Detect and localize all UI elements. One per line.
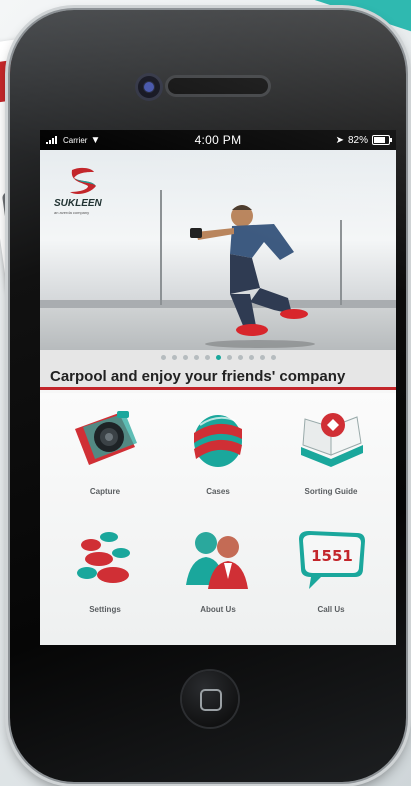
home-square-icon bbox=[200, 689, 222, 711]
sorting-guide-icon bbox=[301, 413, 363, 467]
pager-dot[interactable] bbox=[237, 354, 243, 360]
pager-dot[interactable] bbox=[160, 354, 166, 360]
menu-label: About Us bbox=[200, 605, 236, 614]
wifi-icon: ▼ bbox=[90, 134, 101, 146]
pager-dot[interactable] bbox=[193, 354, 199, 360]
pager-dot[interactable] bbox=[226, 354, 232, 360]
cases-icon bbox=[194, 415, 242, 467]
main-menu-grid: Capture Cases Sorting Guide Settings Abo… bbox=[40, 393, 396, 645]
pager-dot[interactable] bbox=[204, 354, 210, 360]
menu-cases[interactable]: Cases bbox=[163, 403, 273, 511]
street-lamp bbox=[340, 220, 342, 305]
pager-dot-active[interactable] bbox=[215, 354, 221, 360]
iphone-device: Carrier ▼ 4:00 PM ➤ 82% SUKLEEN an averd… bbox=[10, 10, 406, 782]
status-right: ➤ 82% bbox=[335, 134, 392, 146]
carrier-name: Carrier bbox=[63, 135, 88, 145]
menu-sorting-guide[interactable]: Sorting Guide bbox=[276, 403, 386, 511]
menu-about-us[interactable]: About Us bbox=[163, 523, 273, 631]
logo-tagline: an averda company bbox=[54, 210, 90, 215]
slider-pagination[interactable] bbox=[40, 350, 396, 364]
pager-dot[interactable] bbox=[171, 354, 177, 360]
settings-icon bbox=[77, 532, 130, 583]
call-number-text: 1551 bbox=[311, 547, 353, 565]
pager-dot[interactable] bbox=[248, 354, 254, 360]
status-bar: Carrier ▼ 4:00 PM ➤ 82% bbox=[40, 130, 396, 150]
status-left: Carrier ▼ bbox=[46, 135, 100, 146]
location-arrow-icon: ➤ bbox=[335, 134, 344, 146]
menu-label: Capture bbox=[89, 487, 121, 496]
battery-percent: 82% bbox=[347, 134, 368, 146]
pager-dot[interactable] bbox=[182, 354, 188, 360]
hero-banner[interactable]: SUKLEEN an averda company bbox=[40, 150, 396, 350]
menu-call-us[interactable]: 1551 Call Us bbox=[276, 523, 386, 631]
status-time: 4:00 PM bbox=[194, 133, 242, 147]
menu-capture[interactable]: Capture bbox=[50, 403, 160, 511]
hero-person-illustration bbox=[190, 205, 315, 348]
brand-logo: SUKLEEN an averda company bbox=[54, 166, 118, 215]
signal-bars-icon bbox=[46, 136, 60, 144]
call-us-icon: 1551 bbox=[299, 531, 365, 589]
street-lamp bbox=[160, 190, 162, 305]
menu-settings[interactable]: Settings bbox=[50, 523, 160, 631]
earpiece-speaker bbox=[168, 78, 268, 94]
about-us-icon bbox=[186, 532, 248, 589]
menu-label: Sorting Guide bbox=[304, 487, 358, 496]
front-camera bbox=[138, 76, 160, 98]
home-button[interactable] bbox=[182, 671, 238, 727]
pager-dot[interactable] bbox=[270, 354, 276, 360]
slider-caption: Carpool and enjoy your friends' company bbox=[40, 364, 396, 390]
menu-label: Cases bbox=[206, 487, 230, 496]
logo-wordmark: SUKLEEN bbox=[54, 198, 102, 209]
app-screen: Carrier ▼ 4:00 PM ➤ 82% SUKLEEN an averd… bbox=[40, 130, 396, 645]
logo-s-mark bbox=[70, 167, 96, 194]
menu-label: Settings bbox=[89, 605, 121, 614]
camera-icon bbox=[75, 411, 137, 465]
battery-icon bbox=[372, 135, 392, 145]
pager-dot[interactable] bbox=[259, 354, 265, 360]
menu-label: Call Us bbox=[317, 605, 345, 614]
